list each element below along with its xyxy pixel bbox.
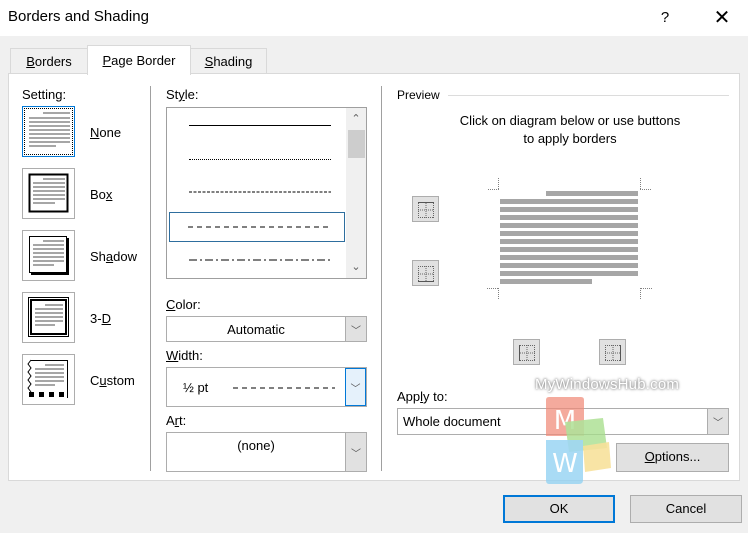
setting-custom-option[interactable] [22,354,75,405]
close-icon: ✕ [713,7,731,29]
text-line [500,279,592,284]
width-line-preview [233,387,335,389]
chevron-down-icon[interactable]: ﹀ [345,317,366,341]
chevron-down-icon[interactable]: ﹀ [707,409,728,434]
bottom-border-icon [418,266,434,282]
preview-instructions: Click on diagram below or use buttons to… [459,113,681,146]
style-label: Style: [166,87,199,102]
tab-page-border[interactable]: Page Border [87,45,191,75]
top-border-button[interactable] [412,196,439,222]
watermark-logo-icon: M W [546,397,611,484]
art-dropdown[interactable]: (none) ﹀ [166,432,367,472]
preview-rule [448,95,729,96]
setting-shadow-icon [29,236,69,275]
tab-shading[interactable]: Shading [190,48,267,74]
close-button[interactable]: ✕ [706,4,738,32]
text-line [500,247,638,252]
style-option-dashed[interactable] [169,212,345,242]
style-option-dash-dot[interactable] [169,245,345,275]
chevron-down-icon[interactable]: ﹀ [345,368,366,406]
setting-shadow-label[interactable]: Shadow [90,249,137,264]
art-value: (none) [237,438,275,453]
width-value: ½ pt [183,379,209,395]
preview-heading: Preview [397,88,440,102]
style-list[interactable]: ⌃ ⌄ [166,107,367,279]
scroll-thumb[interactable] [348,130,365,158]
chevron-down-icon[interactable]: ﹀ [345,433,366,471]
right-border-icon [605,345,621,361]
separator [150,86,151,471]
width-label: Width: [166,348,203,363]
style-option-dotted[interactable] [169,144,345,174]
left-border-icon [519,345,535,361]
left-border-button[interactable] [513,339,540,365]
cancel-button[interactable]: Cancel [630,495,742,523]
setting-box-label[interactable]: Box [90,187,112,202]
top-border-icon [418,202,434,218]
title-bar: Borders and Shading ? ✕ [0,0,748,36]
dialog-title: Borders and Shading [8,8,149,25]
options-button[interactable]: Options... [616,443,729,472]
separator [381,86,382,471]
text-line [500,263,638,268]
text-line [546,191,638,196]
corner-mark [487,178,499,190]
text-line [500,199,638,204]
bottom-border-button[interactable] [412,260,439,286]
text-line [500,271,638,276]
setting-custom-label[interactable]: Custom [90,373,135,388]
help-button[interactable]: ? [652,6,678,30]
color-dropdown[interactable]: Automatic ﹀ [166,316,367,342]
style-option-solid[interactable] [169,110,345,140]
tab-borders[interactable]: Borders [10,48,88,74]
text-line [500,239,638,244]
setting-none-label[interactable]: None [90,125,121,140]
setting-3d-icon [28,297,69,337]
text-line [500,231,638,236]
text-line [500,255,638,260]
ok-button[interactable]: OK [503,495,615,523]
corner-mark [487,288,499,300]
chevron-down-icon: ⌄ [351,261,361,273]
scroll-up-button[interactable]: ⌃ [346,110,366,128]
text-line [500,207,638,212]
style-scrollbar[interactable]: ⌃ ⌄ [346,108,366,278]
setting-3d-label[interactable]: 3-D [90,311,111,326]
setting-none-option[interactable] [22,106,75,157]
setting-3d-option[interactable] [22,292,75,343]
corner-mark [640,178,652,190]
setting-box-option[interactable] [22,168,75,219]
art-label: Art: [166,413,187,428]
setting-none-icon [29,112,70,147]
setting-box-icon [28,173,69,213]
color-label: Color: [166,297,201,312]
text-line [500,223,638,228]
right-border-button[interactable] [599,339,626,365]
corner-mark [640,288,652,300]
preview-diagram[interactable] [485,178,655,303]
chevron-up-icon: ⌃ [351,113,361,125]
apply-to-label: Apply to: [397,389,448,404]
style-option-dashed-small[interactable] [169,177,345,207]
setting-heading: Setting: [22,87,67,102]
watermark-text: MyWindowsHub.com [535,376,680,393]
text-line [500,215,638,220]
scroll-down-button[interactable]: ⌄ [346,258,366,276]
setting-custom-icon [27,359,68,398]
setting-shadow-option[interactable] [22,230,75,281]
color-value: Automatic [227,321,285,337]
apply-to-value: Whole document [403,414,501,429]
width-dropdown[interactable]: ½ pt ﹀ [166,367,367,407]
svg-text:W: W [552,449,578,479]
